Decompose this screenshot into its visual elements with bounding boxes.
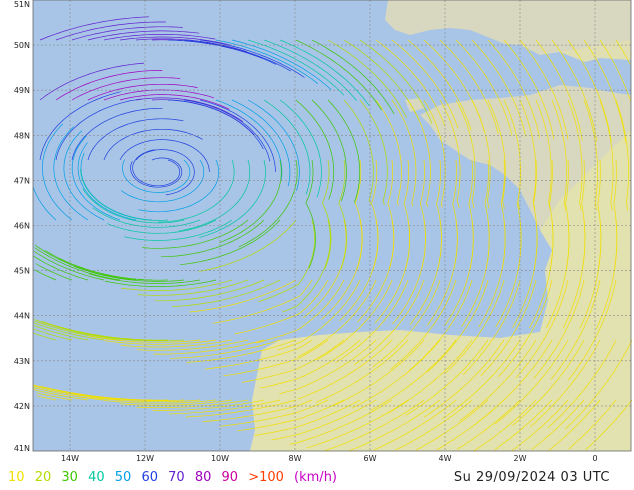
lat-label: 46N bbox=[14, 222, 30, 231]
lat-label: 47N bbox=[14, 176, 30, 185]
legend-item-70: 70 bbox=[168, 470, 185, 485]
lat-label: 42N bbox=[14, 402, 30, 411]
lon-label: 4W bbox=[439, 454, 452, 463]
lon-label: 14W bbox=[61, 454, 79, 463]
lon-label: 12W bbox=[136, 454, 154, 463]
lat-label: 50N bbox=[14, 41, 30, 50]
lon-label: 0 bbox=[592, 454, 597, 463]
lat-label: 41N bbox=[14, 444, 30, 453]
legend-item-20: 20 bbox=[34, 470, 52, 485]
latitude-labels: 51N 50N 49N 48N 47N 46N 45N 44N 43N 42N 41N bbox=[14, 0, 30, 453]
legend-item-10: 10 bbox=[8, 470, 25, 485]
lat-label: 51N bbox=[14, 0, 30, 9]
legend-item-90: 90 bbox=[221, 470, 239, 485]
legend-item-40: 40 bbox=[88, 470, 105, 485]
lon-label: 2W bbox=[514, 454, 527, 463]
lat-label: 48N bbox=[14, 131, 30, 140]
lon-label: 10W bbox=[211, 454, 229, 463]
legend-item-80: 80 bbox=[194, 470, 212, 485]
legend-item-100: >100 bbox=[248, 470, 284, 485]
lat-label: 43N bbox=[14, 357, 30, 366]
wind-streamline-map: 51N 50N 49N 48N 47N 46N 45N 44N 43N 42N 41N 14W 12W… bbox=[14, 0, 633, 463]
lat-label: 44N bbox=[14, 312, 30, 321]
forecast-timestamp: Su 29/09/2024 03 UTC bbox=[453, 470, 610, 485]
longitude-labels: 14W 12W 10W 8W 6W 4W 2W 0 bbox=[61, 454, 598, 463]
wind-speed-legend: 10 20 30 40 50 60 70 80 90 >100 (km/h) bbox=[8, 470, 343, 488]
legend-unit: (km/h) bbox=[294, 470, 338, 485]
lat-label: 45N bbox=[14, 267, 30, 276]
legend-item-60: 60 bbox=[141, 470, 158, 485]
lon-label: 8W bbox=[289, 454, 302, 463]
lat-label: 49N bbox=[14, 86, 30, 95]
legend-item-50: 50 bbox=[114, 470, 132, 485]
lon-label: 6W bbox=[364, 454, 377, 463]
legend-item-30: 30 bbox=[61, 470, 78, 485]
